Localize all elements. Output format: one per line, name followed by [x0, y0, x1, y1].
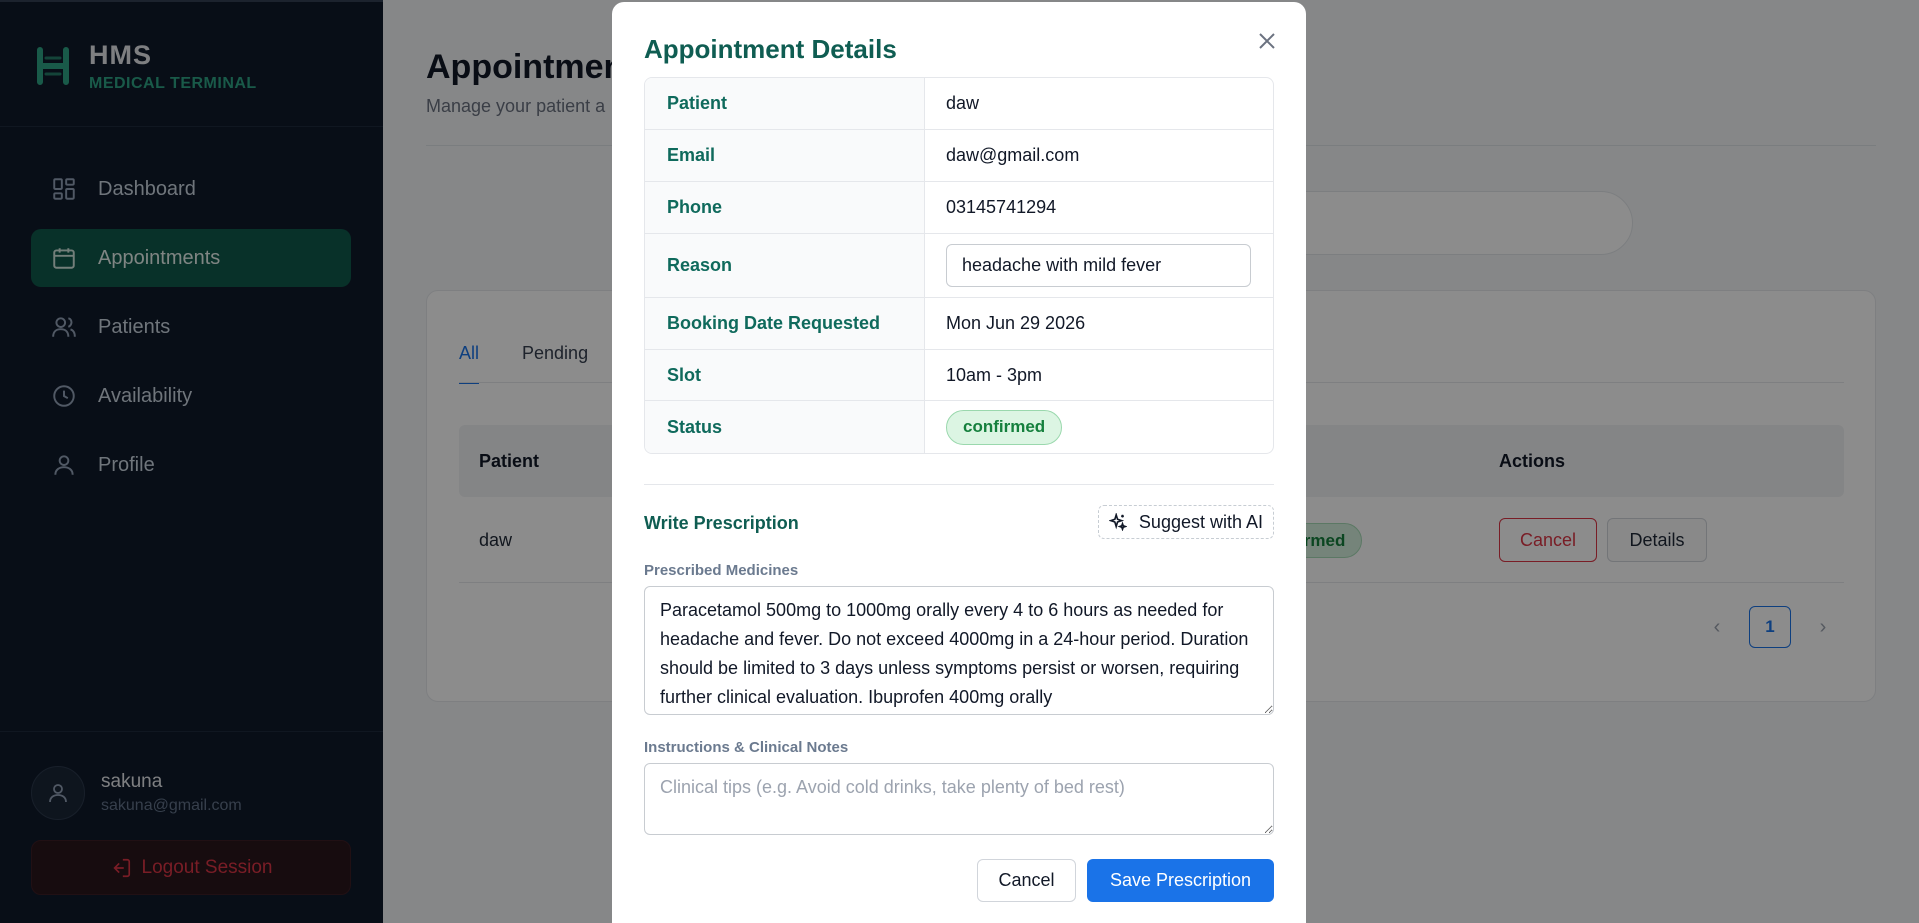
detail-value	[925, 234, 1273, 297]
detail-row-email: Email daw@gmail.com	[645, 130, 1273, 182]
reason-input[interactable]	[946, 244, 1251, 287]
detail-value: daw	[946, 93, 980, 113]
detail-label: Slot	[645, 350, 925, 400]
prescription-title: Write Prescription	[644, 513, 799, 533]
appointment-details-modal: Appointment Details Patient daw Email da…	[612, 2, 1306, 923]
detail-row-booking-date: Booking Date Requested Mon Jun 29 2026	[645, 298, 1273, 350]
sparkles-icon	[1108, 513, 1127, 531]
detail-label: Reason	[645, 234, 925, 297]
divider	[644, 484, 1274, 485]
notes-label: Instructions & Clinical Notes	[644, 739, 849, 756]
detail-value: confirmed	[925, 401, 1273, 453]
close-icon	[1259, 33, 1275, 49]
detail-label: Email	[645, 130, 925, 181]
clinical-notes-textarea[interactable]	[644, 763, 1274, 835]
detail-label: Booking Date Requested	[645, 298, 925, 349]
save-prescription-button[interactable]: Save Prescription	[1087, 859, 1274, 902]
close-button[interactable]	[1254, 28, 1280, 54]
detail-value: 03145741294	[946, 197, 1057, 217]
details-table: Patient daw Email daw@gmail.com Phone 03…	[644, 77, 1274, 454]
medicines-label: Prescribed Medicines	[644, 562, 799, 579]
detail-row-phone: Phone 03145741294	[645, 182, 1273, 234]
detail-label: Phone	[645, 182, 925, 233]
detail-value: Mon Jun 29 2026	[946, 313, 1086, 333]
detail-row-slot: Slot 10am - 3pm	[645, 350, 1273, 401]
modal-title: Appointment Details	[644, 34, 897, 64]
suggest-with-ai-button[interactable]: Suggest with AI	[1097, 505, 1274, 539]
suggest-with-ai-label: Suggest with AI	[1138, 511, 1263, 532]
detail-row-reason: Reason	[645, 234, 1273, 298]
medicines-textarea[interactable]: Paracetamol 500mg to 1000mg orally every…	[644, 586, 1274, 715]
detail-row-status: Status confirmed	[645, 401, 1273, 453]
cancel-button[interactable]: Cancel	[977, 859, 1076, 902]
detail-value: daw@gmail.com	[946, 145, 1080, 165]
status-badge: confirmed	[946, 409, 1063, 445]
detail-row-patient: Patient daw	[645, 78, 1273, 130]
detail-value: 10am - 3pm	[946, 364, 1043, 385]
detail-label: Patient	[645, 78, 925, 129]
detail-label: Status	[645, 401, 925, 453]
